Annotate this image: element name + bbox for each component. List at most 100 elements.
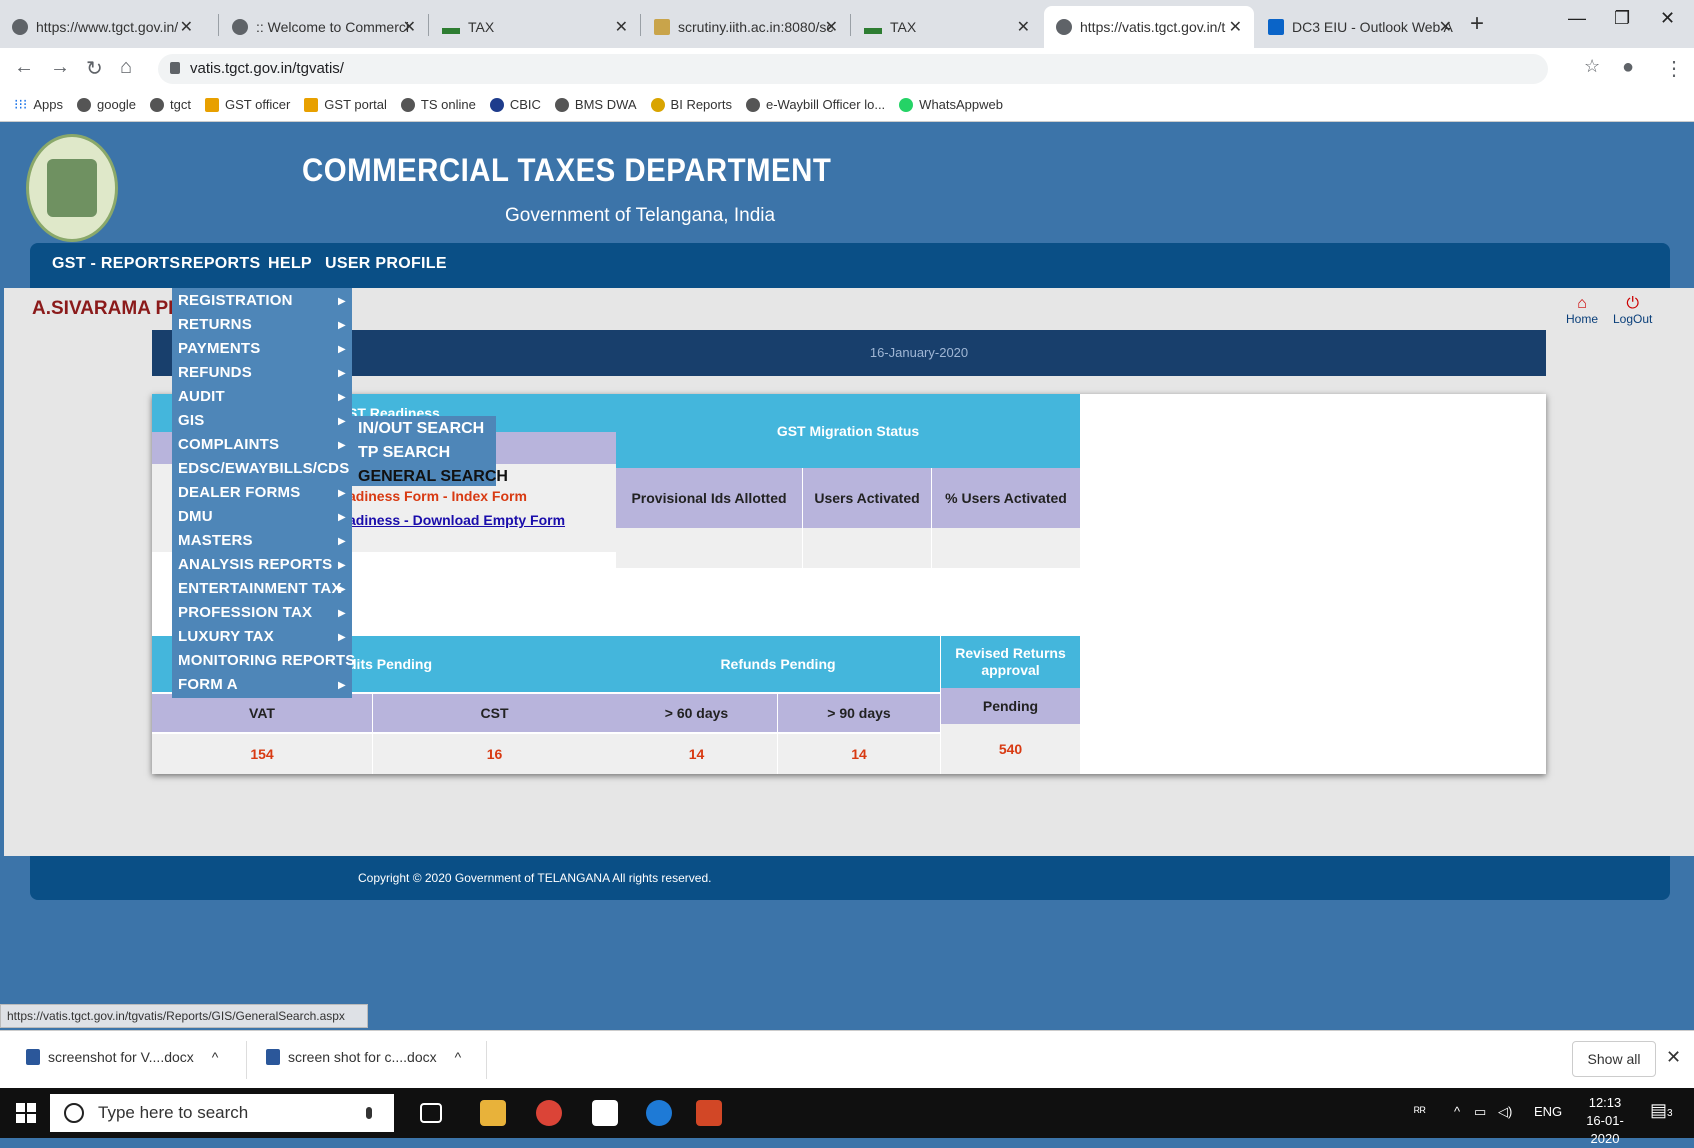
- reload-icon[interactable]: ↻: [86, 56, 103, 81]
- menu-gst-reports[interactable]: GST - REPORTS: [52, 255, 180, 273]
- download-item[interactable]: screenshot for V....docx ^: [26, 1049, 218, 1065]
- chevron-right-icon: ▶: [338, 584, 346, 595]
- submenu-general-search[interactable]: GENERAL SEARCH: [358, 468, 508, 486]
- bookmark[interactable]: google: [77, 97, 136, 112]
- menu-item-audit[interactable]: AUDIT: [178, 388, 225, 405]
- bookmark[interactable]: BI Reports: [650, 97, 732, 112]
- close-tab-icon[interactable]: ✕: [180, 17, 193, 37]
- date-bar: 16-January-2020: [152, 330, 1546, 376]
- chevron-right-icon: ▶: [338, 608, 346, 619]
- edge-icon[interactable]: [646, 1100, 672, 1126]
- submenu-tp-search[interactable]: TP SEARCH: [358, 444, 450, 462]
- bookmark[interactable]: GST officer: [205, 97, 290, 112]
- file-explorer-icon[interactable]: [480, 1100, 506, 1126]
- close-downloads-icon[interactable]: ✕: [1666, 1047, 1681, 1068]
- language-indicator[interactable]: ENG: [1534, 1104, 1562, 1119]
- value-over-60-days: 14: [616, 734, 777, 774]
- readiness-index-form-link[interactable]: adiness Form - Index Form: [348, 488, 527, 504]
- lock-icon: [170, 62, 180, 74]
- readiness-download-form-link[interactable]: adiness - Download Empty Form: [348, 512, 565, 528]
- tray-expand-icon[interactable]: ^: [1454, 1104, 1460, 1119]
- browser-tab-active[interactable]: https://vatis.tgct.gov.in/t ✕: [1044, 6, 1254, 48]
- microphone-icon[interactable]: [364, 1105, 374, 1121]
- menu-help[interactable]: HELP: [268, 255, 312, 273]
- browser-tab[interactable]: TAX ✕: [430, 6, 640, 48]
- minimize-icon[interactable]: —: [1568, 8, 1586, 29]
- chevron-right-icon: ▶: [338, 680, 346, 691]
- show-all-downloads-button[interactable]: Show all: [1572, 1041, 1656, 1077]
- bookmark[interactable]: tgct: [150, 97, 191, 112]
- col-cst: CST: [373, 694, 616, 732]
- store-icon[interactable]: [592, 1100, 618, 1126]
- forward-icon[interactable]: →: [50, 56, 70, 79]
- people-icon[interactable]: ᴿᴿ: [1414, 1104, 1426, 1119]
- menu-reports[interactable]: REPORTS: [181, 255, 260, 273]
- clock[interactable]: 12:13 16-01-2020: [1580, 1094, 1630, 1148]
- word-doc-icon: [26, 1049, 40, 1065]
- bookmark-star-icon[interactable]: ☆: [1584, 56, 1600, 77]
- menu-item-luxury-tax[interactable]: LUXURY TAX: [178, 628, 274, 645]
- menu-user-profile[interactable]: USER PROFILE: [325, 255, 447, 273]
- menu-item-edsc-ewaybills[interactable]: EDSC/EWAYBILLS/CDSC: [178, 460, 360, 477]
- bookmark[interactable]: BMS DWA: [554, 97, 637, 112]
- menu-item-analysis-reports[interactable]: ANALYSIS REPORTS: [178, 556, 332, 573]
- profile-icon[interactable]: ●: [1622, 56, 1634, 79]
- main-menu-bar: GST - REPORTS REPORTS HELP USER PROFILE: [30, 243, 1670, 288]
- chrome-icon[interactable]: [536, 1100, 562, 1126]
- close-tab-icon[interactable]: ✕: [825, 17, 838, 37]
- task-view-icon[interactable]: [420, 1103, 442, 1123]
- bookmark[interactable]: CBIC: [489, 97, 541, 112]
- menu-item-dmu[interactable]: DMU: [178, 508, 213, 525]
- notifications-icon[interactable]: ▤3: [1650, 1100, 1673, 1121]
- browser-tab[interactable]: :: Welcome to Commerci ✕: [220, 6, 428, 48]
- globe-icon: [232, 19, 248, 35]
- windows-start-icon[interactable]: [16, 1103, 36, 1123]
- volume-icon[interactable]: ◁): [1498, 1104, 1512, 1120]
- browser-tab[interactable]: scrutiny.iith.ac.in:8080/sc ✕: [642, 6, 850, 48]
- close-tab-icon[interactable]: ✕: [1017, 17, 1030, 37]
- close-tab-icon[interactable]: ✕: [1439, 17, 1452, 37]
- taskbar-search-box[interactable]: Type here to search: [50, 1094, 394, 1132]
- bookmark-apps[interactable]: ⁝⁝⁝ Apps: [14, 96, 63, 113]
- menu-item-profession-tax[interactable]: PROFESSION TAX: [178, 604, 312, 621]
- address-bar[interactable]: vatis.tgct.gov.in/tgvatis/: [158, 54, 1548, 84]
- menu-item-complaints[interactable]: COMPLAINTS: [178, 436, 279, 453]
- menu-item-payments[interactable]: PAYMENTS: [178, 340, 260, 357]
- menu-item-registration[interactable]: REGISTRATION: [178, 292, 293, 309]
- submenu-in-out-search[interactable]: IN/OUT SEARCH: [358, 420, 484, 438]
- menu-item-gis[interactable]: GIS: [178, 412, 204, 429]
- browser-tab[interactable]: DC3 EIU - Outlook Web A ✕: [1256, 6, 1464, 48]
- bookmark[interactable]: e-Waybill Officer lo...: [745, 97, 885, 112]
- menu-item-dealer-forms[interactable]: DEALER FORMS: [178, 484, 300, 501]
- logout-link[interactable]: ⏻ LogOut: [1613, 296, 1652, 327]
- menu-item-entertainment-tax[interactable]: ENTERTAINMENT TAX: [178, 580, 342, 597]
- browser-tab[interactable]: https://www.tgct.gov.in/✕: [0, 6, 205, 48]
- browser-tab[interactable]: TAX ✕: [852, 6, 1042, 48]
- emblem-icon: [304, 97, 319, 112]
- close-tab-icon[interactable]: ✕: [403, 17, 416, 37]
- chevron-up-icon[interactable]: ^: [455, 1049, 462, 1065]
- new-tab-button[interactable]: +: [1470, 10, 1484, 38]
- menu-item-masters[interactable]: MASTERS: [178, 532, 253, 549]
- bookmark[interactable]: TS online: [400, 97, 476, 112]
- close-window-icon[interactable]: ✕: [1660, 8, 1675, 29]
- restore-icon[interactable]: ❐: [1614, 8, 1630, 29]
- bookmark[interactable]: WhatsAppweb: [899, 97, 1003, 112]
- close-tab-icon[interactable]: ✕: [615, 17, 628, 37]
- close-tab-icon[interactable]: ✕: [1229, 17, 1242, 37]
- home-icon[interactable]: ⌂: [120, 56, 132, 79]
- menu-kebab-icon[interactable]: ⋮: [1664, 56, 1684, 81]
- chevron-up-icon[interactable]: ^: [212, 1049, 219, 1065]
- home-link[interactable]: ⌂ Home: [1566, 296, 1598, 327]
- menu-item-returns[interactable]: RETURNS: [178, 316, 252, 333]
- menu-item-monitoring-reports[interactable]: MONITORING REPORTS: [178, 652, 356, 669]
- globe-icon: [745, 97, 760, 112]
- back-icon[interactable]: ←: [14, 56, 34, 79]
- powerpoint-icon[interactable]: [696, 1100, 722, 1126]
- bookmark[interactable]: GST portal: [304, 97, 387, 112]
- network-icon[interactable]: ▭: [1474, 1104, 1486, 1120]
- menu-item-refunds[interactable]: REFUNDS: [178, 364, 252, 381]
- globe-icon: [554, 97, 569, 112]
- menu-item-form-a[interactable]: FORM A: [178, 676, 238, 693]
- download-item[interactable]: screen shot for c....docx ^: [266, 1049, 461, 1065]
